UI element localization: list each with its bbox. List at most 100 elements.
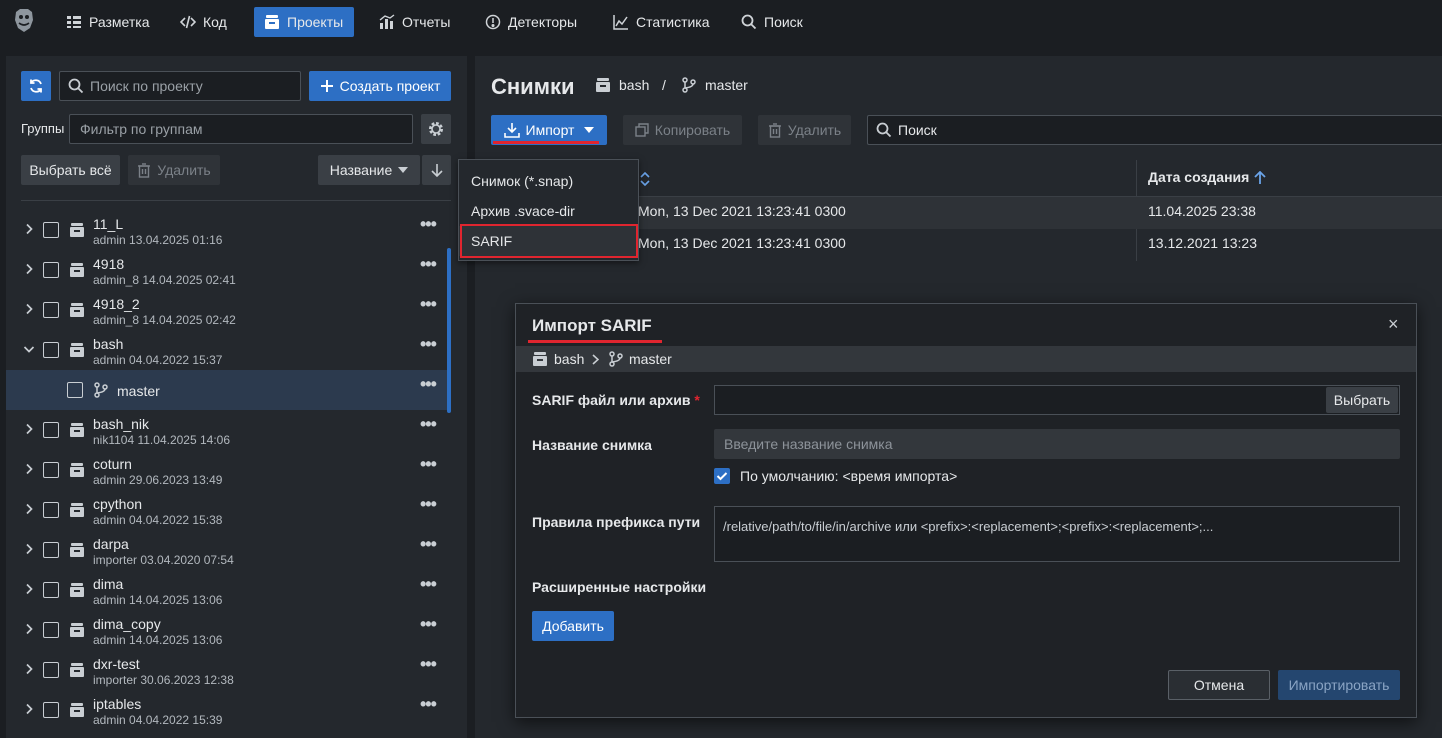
project-name: dima_copy: [93, 616, 161, 632]
chevron-right-icon: [592, 354, 599, 365]
branch-row[interactable]: master •••: [6, 370, 450, 410]
project-checkbox[interactable]: [43, 342, 59, 358]
nav-projects[interactable]: Проекты: [254, 7, 354, 37]
projects-icon: [264, 14, 280, 30]
sarif-file-label-text: SARIF файл или архив: [532, 392, 691, 408]
snapshot-name-input[interactable]: Введите название снимка: [714, 429, 1400, 459]
close-icon[interactable]: ×: [1388, 314, 1399, 335]
delete-snapshot-button[interactable]: Удалить: [758, 115, 851, 145]
chevron-down-icon[interactable]: [23, 343, 35, 355]
project-row[interactable]: coturn admin 29.06.2023 13:49 •••: [6, 450, 450, 490]
branch-checkbox[interactable]: [67, 382, 83, 398]
project-row[interactable]: cpython admin 04.04.2022 15:38 •••: [6, 490, 450, 530]
more-options-icon[interactable]: •••: [420, 295, 438, 316]
import-menu-snap[interactable]: Снимок (*.snap): [459, 166, 638, 196]
more-options-icon[interactable]: •••: [420, 455, 438, 476]
cancel-button[interactable]: Отмена: [1168, 670, 1270, 700]
project-checkbox[interactable]: [43, 422, 59, 438]
chevron-right-icon[interactable]: [23, 663, 35, 675]
project-row[interactable]: 4918_2 admin_8 14.04.2025 02:42 •••: [6, 290, 450, 330]
nav-detectors-label: Детекторы: [508, 14, 578, 30]
project-checkbox[interactable]: [43, 582, 59, 598]
more-options-icon[interactable]: •••: [420, 415, 438, 436]
project-name: 4918: [93, 256, 125, 272]
breadcrumb-branch[interactable]: master: [705, 77, 748, 93]
sort-select[interactable]: Название: [318, 155, 420, 185]
project-row[interactable]: dima_copy admin 14.04.2025 13:06 •••: [6, 610, 450, 650]
nav-reports[interactable]: Отчеты: [369, 7, 460, 37]
more-options-icon[interactable]: •••: [420, 655, 438, 676]
more-options-icon[interactable]: •••: [420, 575, 438, 596]
nav-search[interactable]: Поиск: [731, 7, 813, 37]
path-prefix-label: Правила префикса пути: [532, 514, 701, 530]
choose-file-button[interactable]: Выбрать: [1326, 387, 1398, 413]
project-row[interactable]: 11_L admin 13.04.2025 01:16 •••: [6, 210, 450, 250]
project-checkbox[interactable]: [43, 542, 59, 558]
import-menu-svace-dir[interactable]: Архив .svace-dir: [459, 196, 638, 226]
sort-icon[interactable]: [639, 172, 651, 186]
groups-filter-input[interactable]: Фильтр по группам: [69, 114, 413, 144]
more-options-icon[interactable]: •••: [420, 695, 438, 716]
row-created: 13.12.2021 13:23: [1148, 235, 1257, 251]
more-options-icon[interactable]: •••: [420, 375, 438, 396]
path-prefix-textarea[interactable]: /relative/path/to/file/in/archive или <p…: [714, 506, 1400, 562]
chevron-right-icon[interactable]: [23, 583, 35, 595]
chevron-right-icon[interactable]: [23, 543, 35, 555]
project-checkbox[interactable]: [43, 622, 59, 638]
more-options-icon[interactable]: •••: [420, 215, 438, 236]
project-checkbox[interactable]: [43, 262, 59, 278]
project-row[interactable]: 4918 admin_8 14.04.2025 02:41 •••: [6, 250, 450, 290]
chevron-right-icon[interactable]: [23, 423, 35, 435]
import-submit-button[interactable]: Импортировать: [1278, 670, 1400, 700]
more-options-icon[interactable]: •••: [420, 495, 438, 516]
snapshot-search-input[interactable]: Поиск: [867, 115, 1442, 145]
project-checkbox[interactable]: [43, 302, 59, 318]
project-row[interactable]: bash admin 04.04.2022 15:37 •••: [6, 330, 450, 370]
project-icon: [69, 422, 85, 438]
column-created[interactable]: Дата создания: [1148, 169, 1249, 185]
create-project-button[interactable]: Создать проект: [309, 71, 451, 101]
nav-statistics[interactable]: Статистика: [603, 7, 720, 37]
chevron-right-icon[interactable]: [23, 503, 35, 515]
chevron-right-icon[interactable]: [23, 623, 35, 635]
more-options-icon[interactable]: •••: [420, 335, 438, 356]
sarif-file-input[interactable]: [714, 385, 1400, 415]
refresh-button[interactable]: [21, 71, 51, 101]
project-search-input[interactable]: Поиск по проекту: [59, 71, 301, 101]
chevron-right-icon[interactable]: [23, 303, 35, 315]
copy-label: Копировать: [654, 122, 731, 138]
detectors-icon: [485, 14, 501, 30]
project-checkbox[interactable]: [43, 222, 59, 238]
app-logo-icon[interactable]: [10, 6, 38, 36]
add-setting-button[interactable]: Добавить: [532, 611, 614, 641]
project-row[interactable]: dxr-test importer 30.06.2023 12:38 •••: [6, 650, 450, 690]
breadcrumb-project[interactable]: bash: [619, 77, 649, 93]
chevron-right-icon[interactable]: [23, 223, 35, 235]
default-name-checkbox[interactable]: [714, 468, 730, 484]
copy-snapshot-button[interactable]: Копировать: [623, 115, 742, 145]
chevron-right-icon[interactable]: [23, 463, 35, 475]
sort-asc-icon[interactable]: [1254, 171, 1266, 185]
more-options-icon[interactable]: •••: [420, 615, 438, 636]
more-options-icon[interactable]: •••: [420, 255, 438, 276]
projects-scrollbar[interactable]: [447, 248, 451, 413]
chevron-right-icon[interactable]: [23, 703, 35, 715]
project-row[interactable]: dima admin 14.04.2025 13:06 •••: [6, 570, 450, 610]
select-all-button[interactable]: Выбрать всё: [21, 155, 120, 185]
delete-projects-button[interactable]: Удалить: [128, 155, 220, 185]
project-checkbox[interactable]: [43, 702, 59, 718]
nav-layout[interactable]: Разметка: [56, 7, 160, 37]
nav-detectors[interactable]: Детекторы: [475, 7, 587, 37]
nav-code[interactable]: Код: [170, 7, 237, 37]
top-nav: Разметка Код Проекты Отчеты Детекторы Ст…: [0, 0, 1442, 44]
chevron-right-icon[interactable]: [23, 263, 35, 275]
project-row[interactable]: darpa importer 03.04.2020 07:54 •••: [6, 530, 450, 570]
project-row[interactable]: bash_nik nik1104 11.04.2025 14:06 •••: [6, 410, 450, 450]
more-options-icon[interactable]: •••: [420, 535, 438, 556]
project-checkbox[interactable]: [43, 662, 59, 678]
sort-direction-button[interactable]: [422, 155, 451, 185]
project-row[interactable]: iptables admin 04.04.2022 15:39 •••: [6, 690, 450, 730]
project-checkbox[interactable]: [43, 502, 59, 518]
project-checkbox[interactable]: [43, 462, 59, 478]
group-settings-button[interactable]: [421, 114, 451, 144]
